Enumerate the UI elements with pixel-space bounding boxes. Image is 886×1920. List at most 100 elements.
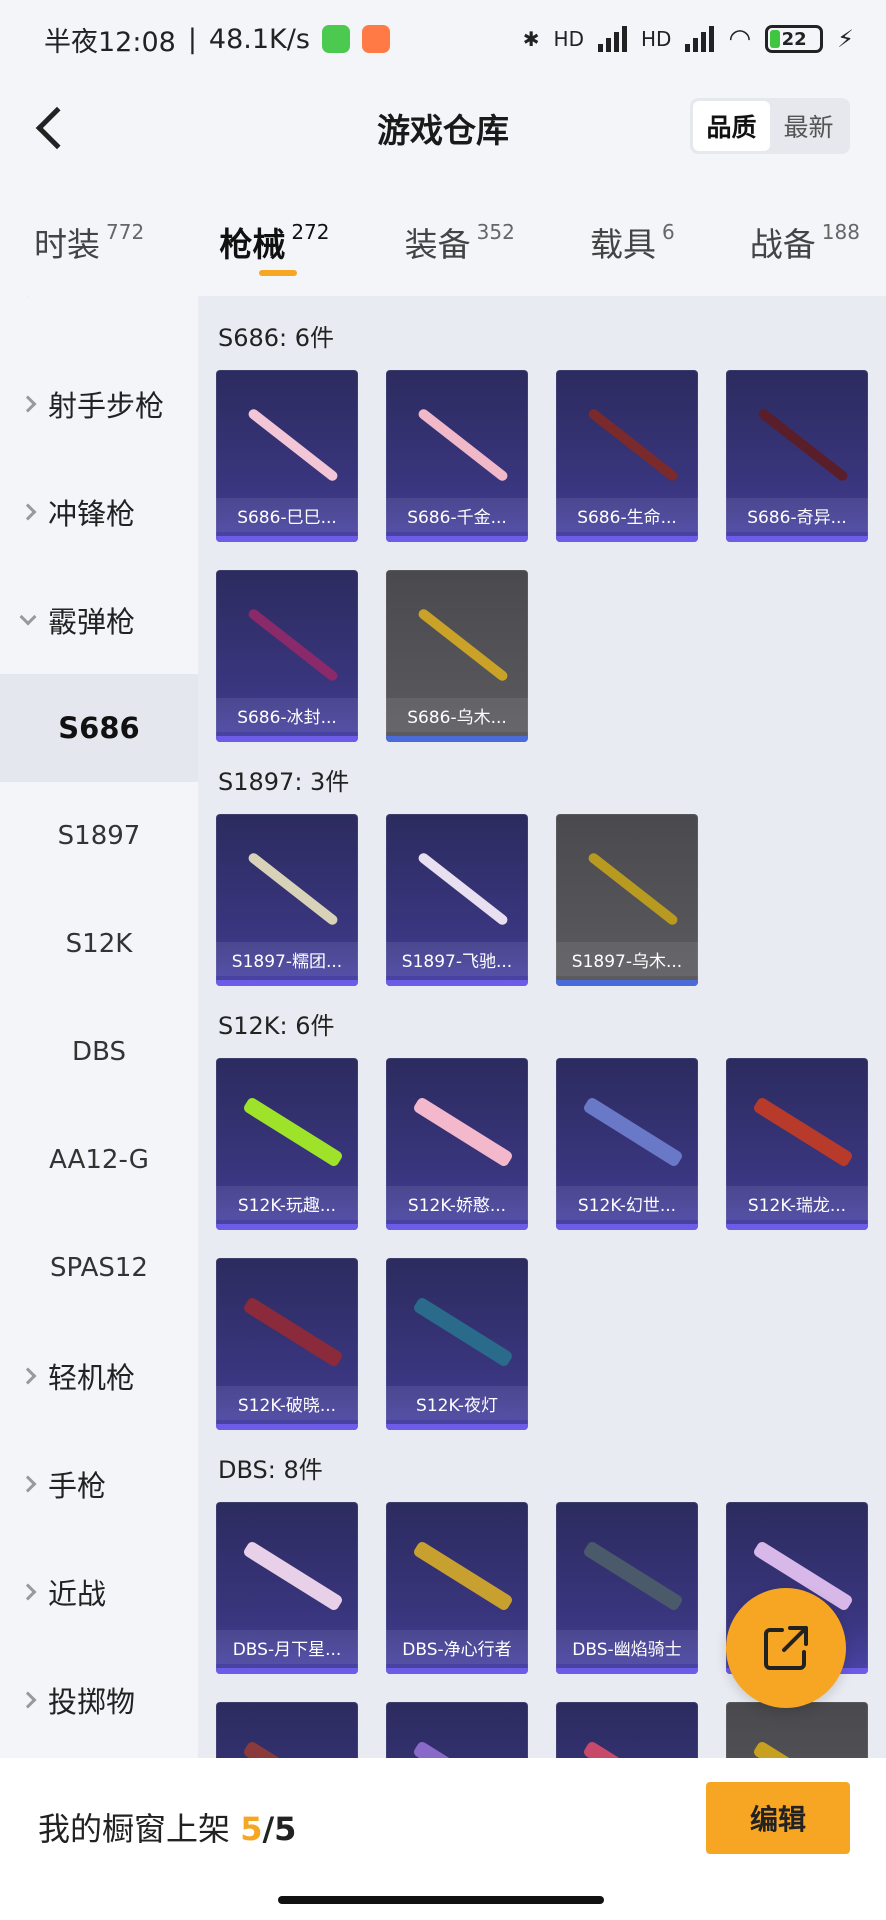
skin-card[interactable]: S1897-乌木... [556,814,698,986]
gun-skin-icon [582,1740,684,1758]
sort-quality-option[interactable]: 品质 [693,101,770,151]
status-bar: 半夜12:08 | 48.1K/s ✱ HD HD ◠ 22 ⚡ [0,0,886,78]
sort-toggle: 品质 最新 [690,98,850,154]
skin-card[interactable] [386,1702,528,1758]
tab-label: 枪械 [219,225,286,264]
skin-name: S12K-夜灯 [386,1386,528,1420]
skin-card[interactable]: S12K-幻世... [556,1058,698,1230]
skin-name: S1897-飞驰... [386,942,528,976]
category-tabs: 时装 772 枪械 272 装备 352 载具 6 战备 188 [0,190,886,290]
section-title: S12K: 6件 [218,1012,335,1040]
sidebar-item-partial[interactable] [0,296,198,328]
skin-card[interactable] [556,1702,698,1758]
status-divider: | [187,23,197,55]
skin-card[interactable]: S1897-糯团... [216,814,358,986]
sidebar-item-s686[interactable]: S686 [0,674,198,782]
skin-name: S686-生命... [556,498,698,532]
skin-card[interactable] [726,1702,868,1758]
sidebar-item-label: 冲锋枪 [48,497,136,531]
chevron-right-icon [19,1691,37,1709]
skin-card[interactable]: DBS-幽焰骑士 [556,1502,698,1674]
back-button[interactable] [22,100,79,156]
tab-equipment[interactable]: 装备 352 [405,190,515,290]
sidebar-item-label: SPAS12 [50,1253,148,1283]
skin-card[interactable]: S12K-夜灯 [386,1258,528,1430]
quality-bar [386,736,528,742]
shelf-label: 我的橱窗上架 [38,1810,231,1848]
skin-name: S12K-破晓... [216,1386,358,1420]
gun-skin-icon [242,1096,344,1168]
sidebar-item-dbs[interactable]: DBS [0,998,198,1106]
status-right: ✱ HD HD ◠ 22 ⚡ [523,24,854,54]
gun-skin-icon [752,1740,854,1758]
quality-bar [726,1224,868,1230]
skin-card[interactable]: S12K-瑞龙... [726,1058,868,1230]
gun-skin-icon [756,407,850,483]
share-export-icon [764,1626,808,1670]
tab-label: 时装 [34,225,100,264]
chevron-right-icon [19,1475,37,1493]
skin-card[interactable]: S12K-破晓... [216,1258,358,1430]
sidebar-item-label: S1897 [57,821,141,851]
skin-card[interactable]: S12K-娇憨... [386,1058,528,1230]
skin-card[interactable]: S686-冰封... [216,570,358,742]
skin-card[interactable]: DBS-月下星... [216,1502,358,1674]
sidebar-item-pistol[interactable]: 手枪 [0,1430,198,1538]
sidebar-item-label: 手枪 [48,1469,107,1503]
skin-card[interactable]: DBS-净心行者 [386,1502,528,1674]
skin-card[interactable] [216,1702,358,1758]
sidebar-item-s12k[interactable]: S12K [0,890,198,998]
sidebar-item-melee[interactable]: 近战 [0,1538,198,1646]
quality-bar [386,1424,528,1430]
gun-skin-icon [412,1540,514,1612]
sidebar-item-spas12[interactable]: SPAS12 [0,1214,198,1322]
tab-fashion[interactable]: 时装 772 [34,190,144,290]
gun-skin-icon [416,607,510,683]
skin-name: DBS-月下星... [216,1630,358,1664]
sidebar-item-marksman-rifle[interactable]: 射手步枪 [0,350,198,458]
sidebar-item-lmg[interactable]: 轻机枪 [0,1322,198,1430]
active-tab-indicator [259,270,298,276]
gun-skin-icon [416,407,510,483]
sidebar-item-label: S12K [65,929,133,959]
battery-icon: 22 [765,25,824,53]
edit-button[interactable]: 编辑 [706,1782,850,1854]
quality-bar [556,1668,698,1674]
weapon-category-sidebar: 射手步枪 冲锋枪 霰弹枪 S686 S1897 S12K DBS AA12-G … [0,296,198,1758]
skin-card[interactable]: S1897-飞驰... [386,814,528,986]
share-button[interactable] [726,1588,846,1708]
section-title: DBS: 8件 [218,1456,323,1484]
skin-card[interactable]: S686-生命... [556,370,698,542]
home-indicator[interactable] [278,1896,604,1904]
app-notification-icon [321,25,350,53]
skin-card[interactable]: S686-乌木... [386,570,528,742]
sidebar-item-aa12g[interactable]: AA12-G [0,1106,198,1214]
skin-name: S686-奇异... [726,498,868,532]
status-speed: 48.1K/s [208,23,310,55]
tab-supplies[interactable]: 战备 188 [750,190,860,290]
page-title: 游戏仓库 [377,111,509,150]
skin-card[interactable]: S686-奇异... [726,370,868,542]
skin-card[interactable]: S12K-玩趣... [216,1058,358,1230]
tab-vehicles[interactable]: 载具 6 [590,190,675,290]
tab-weapons[interactable]: 枪械 272 [219,190,330,290]
sort-latest-option[interactable]: 最新 [770,101,847,151]
skin-card[interactable]: S686-千金... [386,370,528,542]
sidebar-item-shotgun[interactable]: 霰弹枪 [0,566,198,674]
skin-name: S12K-幻世... [556,1186,698,1220]
tab-count: 188 [821,220,860,244]
sidebar-item-s1897[interactable]: S1897 [0,782,198,890]
gun-skin-icon [416,851,510,927]
bottom-bar: 我的橱窗上架 5/5 编辑 [0,1758,886,1920]
sidebar-item-smg[interactable]: 冲锋枪 [0,458,198,566]
tab-count: 772 [106,220,145,244]
signal-icon-1 [598,26,627,52]
tab-label: 战备 [749,225,816,264]
quality-bar [726,536,868,542]
sidebar-item-throwable[interactable]: 投掷物 [0,1646,198,1754]
gun-skin-icon [586,407,680,483]
gun-skin-icon [582,1540,684,1612]
skin-card[interactable]: S686-巳巳... [216,370,358,542]
status-time: 半夜12:08 [44,26,176,58]
shelf-status: 我的橱窗上架 5/5 [38,1804,296,1850]
